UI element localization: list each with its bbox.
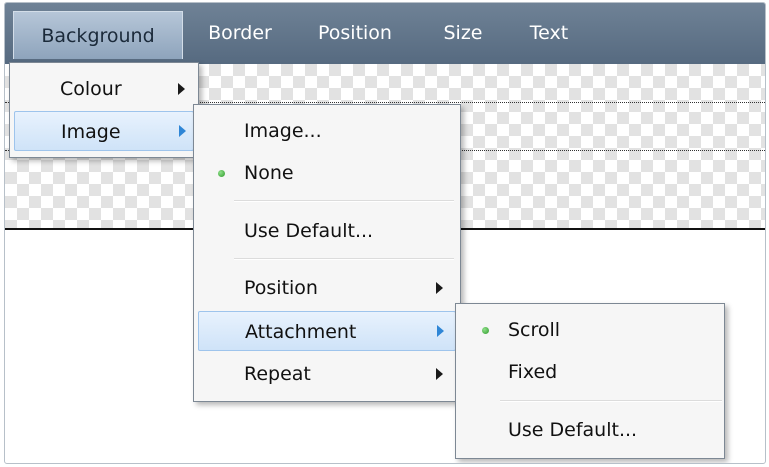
menu-item-label: None [244, 162, 294, 184]
menu-item-attachment[interactable]: Attachment [198, 311, 456, 351]
chevron-right-icon [437, 325, 444, 337]
menu-item-position[interactable]: Position [196, 268, 458, 308]
menu-item-label: Colour [60, 78, 122, 100]
menu-item-label: Attachment [245, 321, 357, 343]
menu-item-label: Repeat [244, 363, 311, 385]
menu-item-label: Use Default... [244, 220, 374, 242]
chevron-right-icon [178, 83, 185, 95]
menu-item-colour[interactable]: Colour [12, 69, 196, 109]
image-submenu: Image... None Use Default... Position At… [193, 104, 461, 402]
menu-background[interactable]: Background [13, 11, 183, 59]
menu-border[interactable]: Border [195, 3, 285, 64]
menu-item-label: Use Default... [508, 419, 638, 441]
background-submenu: Colour Image [9, 62, 199, 158]
chevron-right-icon [436, 282, 443, 294]
menu-item-none[interactable]: None [196, 153, 458, 193]
attachment-submenu: Scroll Fixed Use Default... [455, 303, 725, 459]
menu-item-use-default[interactable]: Use Default... [196, 211, 458, 251]
menu-item-label: Scroll [508, 319, 561, 341]
menu-item-fixed[interactable]: Fixed [458, 352, 722, 392]
menu-item-label: Image... [244, 120, 322, 142]
menu-text[interactable]: Text [514, 3, 584, 64]
menu-size[interactable]: Size [428, 3, 498, 64]
menu-item-image[interactable]: Image [14, 111, 194, 151]
menu-item-attachment-use-default[interactable]: Use Default... [458, 410, 722, 450]
menu-item-repeat[interactable]: Repeat [196, 354, 458, 394]
radio-dot-icon [482, 327, 489, 334]
menu-item-label: Image [61, 121, 121, 143]
menu-item-image-browse[interactable]: Image... [196, 111, 458, 151]
menu-separator [500, 400, 722, 402]
menu-separator [234, 258, 454, 260]
editor-frame: Background Border Position Size Text Col… [4, 2, 766, 464]
menu-item-label: Position [244, 277, 318, 299]
menu-position[interactable]: Position [305, 3, 405, 64]
chevron-right-icon [436, 368, 443, 380]
chevron-right-icon [179, 125, 186, 137]
menu-bar: Background Border Position Size Text [5, 3, 765, 64]
menu-separator [234, 200, 454, 202]
menu-item-label: Fixed [508, 361, 558, 383]
menu-item-scroll[interactable]: Scroll [458, 310, 722, 350]
radio-dot-icon [218, 170, 225, 177]
